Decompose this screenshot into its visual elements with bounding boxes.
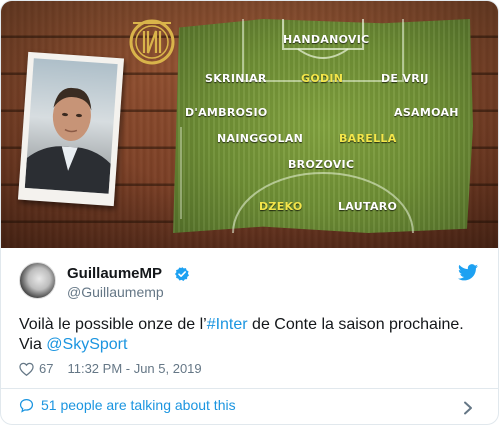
twitter-bird-icon[interactable] [458, 264, 478, 281]
tweet-text-part: Voilà le possible onze de l’ [19, 316, 207, 333]
talking-about-label: 51 people are talking about this [41, 397, 236, 413]
verified-badge-icon [175, 267, 189, 281]
inter-logo [129, 19, 175, 65]
author-display-name[interactable]: GuillaumeMP [67, 265, 162, 282]
mention-link[interactable]: @SkySport [46, 336, 127, 353]
author-handle[interactable]: @Guillaumemp [67, 284, 164, 300]
talking-about-link[interactable]: 51 people are talking about this [19, 397, 236, 413]
tweet-timestamp[interactable]: 11:32 PM - Jun 5, 2019 [67, 361, 201, 376]
tweet-media-image[interactable]: HANDANOVIC SKRINIAR GODIN DE VRIJ D'AMBR… [1, 1, 498, 248]
avatar[interactable] [19, 262, 56, 299]
tweet-text: Voilà le possible onze de l’#Inter de Co… [19, 315, 484, 355]
hashtag-link[interactable]: #Inter [207, 316, 248, 333]
divider [1, 388, 498, 389]
coach-photo [17, 51, 125, 207]
embedded-tweet: HANDANOVIC SKRINIAR GODIN DE VRIJ D'AMBR… [0, 0, 499, 425]
tweet-meta: 67 11:32 PM - Jun 5, 2019 [19, 361, 202, 376]
speech-bubble-icon [19, 398, 34, 413]
heart-icon[interactable] [19, 362, 34, 376]
chevron-right-icon[interactable] [463, 401, 473, 415]
like-count[interactable]: 67 [39, 361, 53, 376]
pitch-markings [173, 19, 473, 233]
